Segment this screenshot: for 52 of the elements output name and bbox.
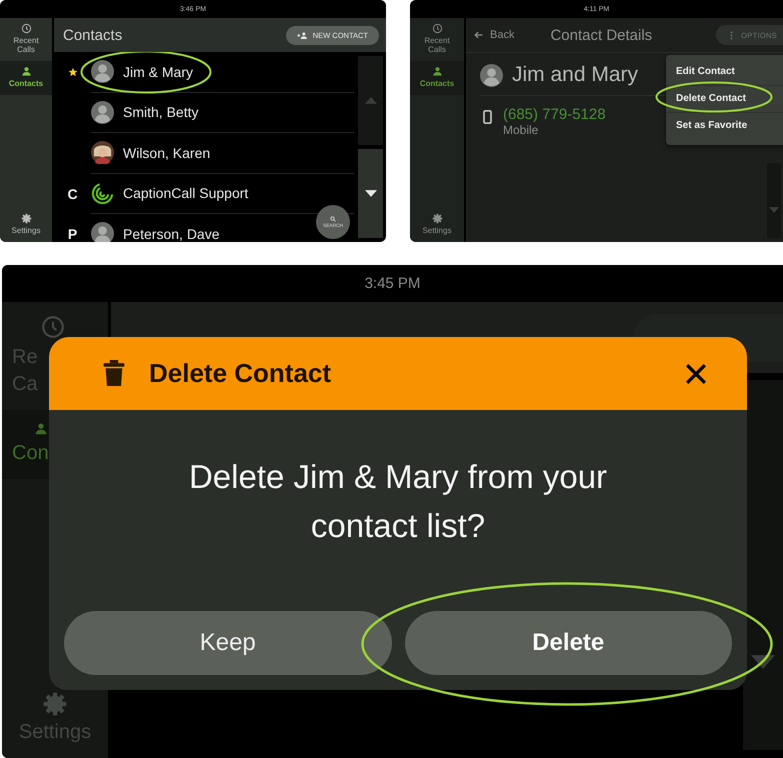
avatar-icon bbox=[91, 100, 114, 124]
down-arrow-icon bbox=[364, 190, 376, 197]
trash-icon bbox=[103, 360, 125, 387]
search-icon bbox=[330, 216, 336, 222]
clock-icon bbox=[40, 314, 66, 340]
clock-icon bbox=[20, 23, 32, 34]
gear-icon bbox=[432, 213, 442, 224]
avatar-icon bbox=[91, 222, 114, 242]
dialog-button[interactable]: Keep bbox=[64, 611, 392, 675]
dialog-button[interactable]: Delete bbox=[404, 611, 732, 675]
down-arrow-icon bbox=[751, 655, 775, 669]
person-icon bbox=[432, 66, 442, 77]
dialog-title: Delete Contact bbox=[149, 358, 332, 389]
contact-item[interactable]: Peterson, Dave bbox=[91, 214, 220, 242]
clock-icon bbox=[432, 23, 442, 34]
nav-item[interactable]: Settings bbox=[0, 208, 52, 242]
more-icon bbox=[730, 30, 734, 40]
dialog-message: Delete Jim & Mary from your contact list? bbox=[188, 457, 608, 546]
screen-title: Contacts bbox=[63, 26, 122, 44]
person-icon bbox=[34, 422, 48, 436]
menu-item[interactable]: Set as Favorite bbox=[666, 113, 783, 139]
close-icon bbox=[685, 362, 707, 384]
nav-item[interactable]: Recent Calls bbox=[0, 18, 52, 61]
avatar-icon bbox=[91, 60, 114, 84]
person-icon bbox=[20, 66, 32, 77]
nav-item[interactable]: Settings bbox=[410, 208, 464, 242]
menu-item[interactable]: Edit Contact bbox=[666, 59, 783, 85]
concentric-arcs-icon bbox=[91, 182, 114, 205]
close-button[interactable] bbox=[685, 362, 707, 384]
nav-item[interactable]: Recent Calls bbox=[410, 18, 464, 61]
back-button[interactable]: Back bbox=[474, 29, 514, 41]
contact-item[interactable]: Wilson, Karen bbox=[91, 133, 210, 172]
up-arrow-icon bbox=[364, 97, 376, 104]
mobile-phone-icon bbox=[483, 110, 492, 124]
index-letter: C bbox=[67, 186, 78, 202]
contact-name: Jim and Mary bbox=[512, 63, 638, 87]
down-arrow-icon bbox=[769, 207, 779, 213]
avatar-icon bbox=[480, 64, 503, 86]
contact-item[interactable]: CaptionCall Support bbox=[91, 174, 248, 213]
menu-item[interactable]: Delete Contact bbox=[666, 86, 783, 112]
gear-icon bbox=[42, 691, 68, 717]
scroll-button[interactable] bbox=[358, 149, 383, 238]
add-person-icon bbox=[296, 32, 308, 38]
gear-icon bbox=[20, 213, 32, 224]
phone-type: Mobile bbox=[503, 123, 540, 137]
nav-item[interactable]: Contacts bbox=[410, 61, 464, 95]
back-arrow-icon bbox=[474, 31, 483, 39]
phone-number[interactable]: (685) 779-5128 bbox=[503, 106, 606, 123]
index-letter: P bbox=[68, 226, 78, 242]
contact-item[interactable]: Smith, Betty bbox=[91, 92, 198, 132]
nav-item[interactable]: Contacts bbox=[0, 61, 52, 95]
screen-title: Contact Details bbox=[550, 26, 652, 44]
